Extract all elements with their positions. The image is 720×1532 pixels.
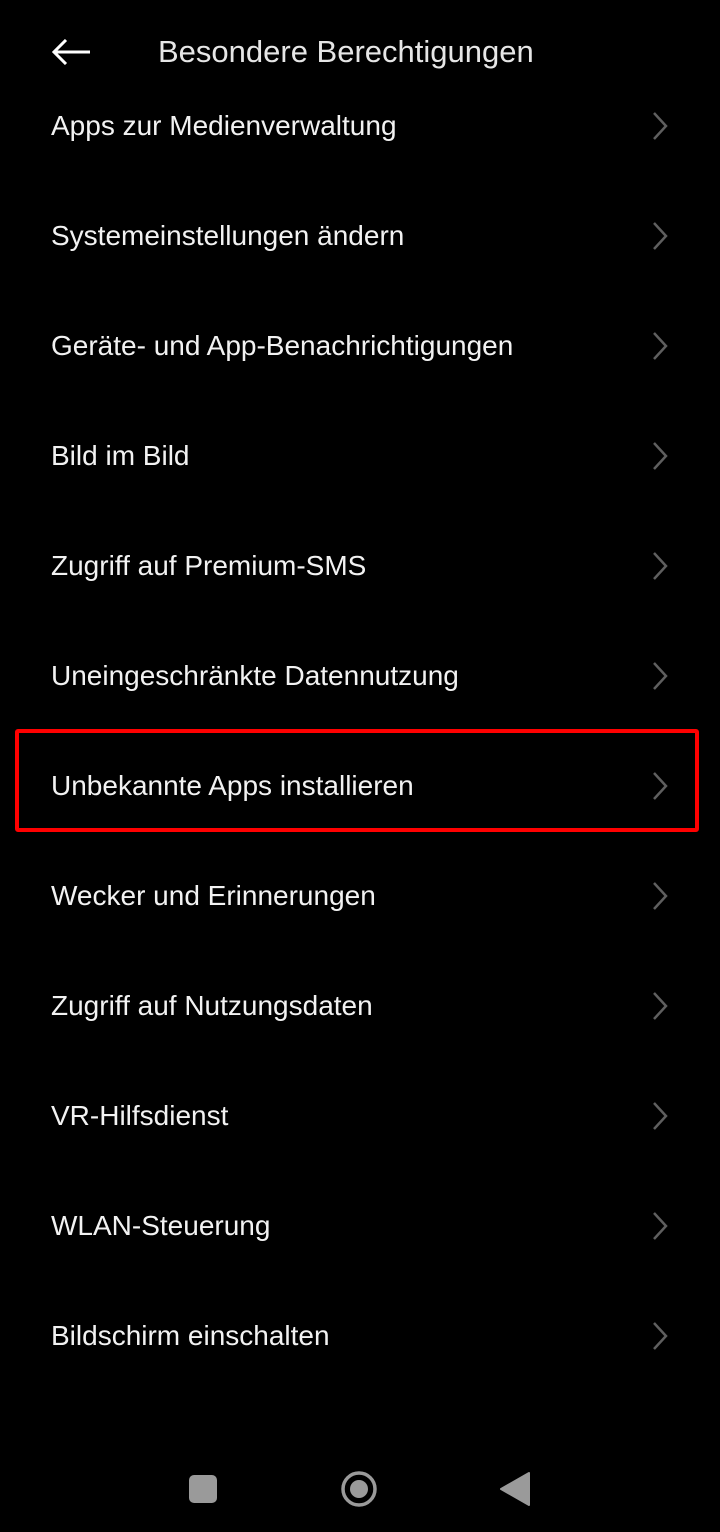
chevron-right-icon — [653, 662, 668, 690]
list-item-label: Bild im Bild — [51, 440, 190, 471]
list-item-picture-in-picture[interactable]: Bild im Bild — [0, 401, 720, 511]
list-item-usage-access[interactable]: Zugriff auf Nutzungsdaten — [0, 951, 720, 1061]
chevron-right-icon — [653, 222, 668, 250]
list-item-wifi-control[interactable]: WLAN-Steuerung — [0, 1171, 720, 1281]
chevron-right-icon — [653, 1102, 668, 1130]
list-item-unrestricted-data[interactable]: Uneingeschränkte Datennutzung — [0, 621, 720, 731]
list-item-label: Uneingeschränkte Datennutzung — [51, 660, 459, 691]
triangle-back-icon[interactable] — [499, 1471, 531, 1507]
list-item-modify-system-settings[interactable]: Systemeinstellungen ändern — [0, 181, 720, 291]
chevron-right-icon — [653, 332, 668, 360]
circle-home-icon[interactable] — [340, 1470, 378, 1508]
list-item-label: VR-Hilfsdienst — [51, 1100, 229, 1131]
chevron-right-icon — [653, 1212, 668, 1240]
list-item-label: Zugriff auf Nutzungsdaten — [51, 990, 373, 1021]
chevron-right-icon — [653, 552, 668, 580]
chevron-right-icon — [653, 992, 668, 1020]
list-item-label: Wecker und Erinnerungen — [51, 880, 376, 911]
page-title: Besondere Berechtigungen — [158, 34, 534, 69]
list-item-premium-sms[interactable]: Zugriff auf Premium-SMS — [0, 511, 720, 621]
arrow-left-icon — [52, 39, 90, 65]
list-item-label: WLAN-Steuerung — [51, 1210, 271, 1241]
chevron-right-icon — [653, 1322, 668, 1350]
list-item-label: Bildschirm einschalten — [51, 1320, 330, 1351]
list-item-alarms-reminders[interactable]: Wecker und Erinnerungen — [0, 841, 720, 951]
navigation-bar — [0, 1438, 720, 1532]
list-item-label: Apps zur Medienverwaltung — [51, 110, 397, 141]
chevron-right-icon — [653, 882, 668, 910]
list-item-label: Systemeinstellungen ändern — [51, 220, 405, 251]
list-item-media-management[interactable]: Apps zur Medienverwaltung — [0, 71, 720, 181]
list-item-turn-screen-on[interactable]: Bildschirm einschalten — [0, 1281, 720, 1391]
highlight-box — [15, 729, 699, 832]
list-item-vr-helper[interactable]: VR-Hilfsdienst — [0, 1061, 720, 1171]
chevron-right-icon — [653, 112, 668, 140]
square-icon[interactable] — [189, 1475, 217, 1503]
list-item-device-app-notifications[interactable]: Geräte- und App-Benachrichtigungen — [0, 291, 720, 401]
list-item-label: Zugriff auf Premium-SMS — [51, 550, 367, 581]
chevron-right-icon — [653, 442, 668, 470]
list-item-label: Geräte- und App-Benachrichtigungen — [51, 330, 514, 361]
